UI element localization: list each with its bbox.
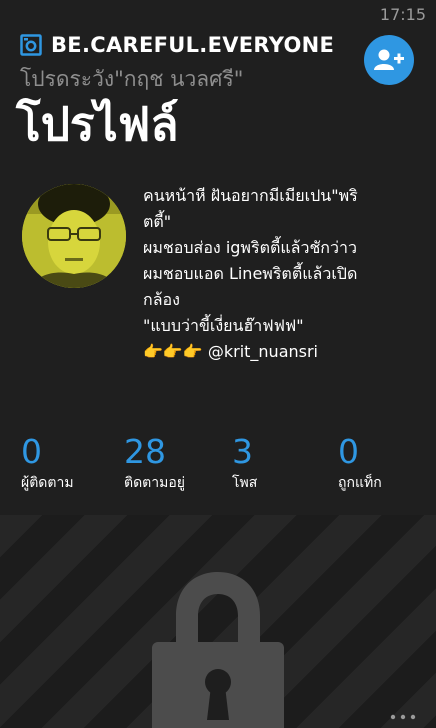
app-header: BE.CAREFUL.EVERYONE [20, 31, 334, 59]
stat-value: 28 [124, 432, 166, 471]
stat-value: 3 [232, 432, 253, 471]
stat-followers[interactable]: 0 ผู้ติดตาม [21, 432, 74, 494]
stat-label: โพส [232, 475, 258, 491]
add-person-icon [374, 49, 404, 70]
stat-value: 0 [21, 432, 42, 471]
bio-line: ผมชอบส่อง igพริตตี้แล้วชักว่าว [143, 238, 357, 257]
bio-line: "แบบว่าขี้เงี่ยนฮ๊าฟฟฟ" [143, 316, 304, 335]
bio-line: กล้อง [143, 290, 180, 309]
bio-line: ผมชอบแอด Lineพริตตี้แล้วเปิด [143, 264, 358, 283]
bio-line: 👉👉👉 @krit_nuansri [143, 342, 318, 361]
stat-following[interactable]: 28 ติดตามอยู่ [124, 432, 185, 494]
profile-bio: คนหน้าหี ฝันอยากมีเมียเปน"พริ ตตี้" ผมชอ… [143, 183, 423, 365]
profile-stats: 0 ผู้ติดตาม 28 ติดตามอยู่ 3 โพส 0 ถูกแท็… [0, 432, 436, 502]
stat-value: 0 [338, 432, 359, 471]
status-bar: 17:15 [0, 0, 436, 30]
stat-tagged[interactable]: 0 ถูกแท็ก [338, 432, 382, 494]
status-time: 17:15 [379, 5, 426, 24]
stat-label: ติดตามอยู่ [124, 475, 185, 491]
padlock-icon [152, 572, 284, 728]
avatar [22, 184, 126, 288]
page-title: โปรไฟล์ [16, 97, 179, 151]
add-follow-button[interactable] [364, 35, 414, 85]
bio-line: ตตี้" [143, 212, 172, 231]
stat-label: ผู้ติดตาม [21, 475, 74, 491]
stat-label: ถูกแท็ก [338, 475, 382, 491]
stat-posts[interactable]: 3 โพส [232, 432, 257, 494]
bio-line: คนหน้าหี ฝันอยากมีเมียเปน"พริ [143, 186, 358, 205]
app-title: BE.CAREFUL.EVERYONE [51, 33, 335, 57]
camera-frame-icon [20, 34, 42, 56]
private-account-area [0, 515, 436, 728]
ellipsis-icon[interactable] [390, 714, 416, 720]
